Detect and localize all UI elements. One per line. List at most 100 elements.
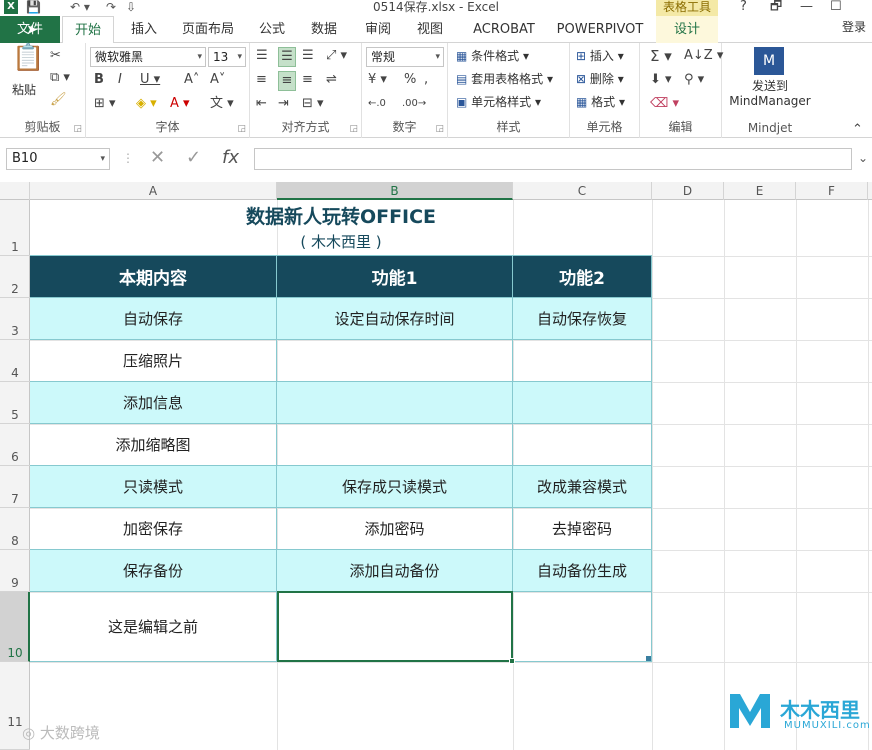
copy-icon[interactable]: ⧉ ▾ (50, 69, 70, 87)
cell-b4[interactable] (277, 340, 513, 382)
orientation-icon[interactable]: ⤢ ▾ (326, 47, 347, 65)
fill-color-icon[interactable]: ◈ ▾ (136, 95, 157, 113)
decrease-indent-icon[interactable]: ⇤ (256, 95, 267, 113)
sheet-title-cell[interactable]: 数据新人玩转OFFICE ( 木木西里 ) (30, 200, 652, 256)
tab-data[interactable]: 数据 (304, 16, 344, 43)
column-header-f[interactable]: F (796, 182, 868, 200)
cell-c9[interactable]: 自动备份生成 (513, 550, 652, 592)
row-header-3[interactable]: 3 (0, 298, 30, 340)
cell-b3[interactable]: 设定自动保存时间 (277, 298, 513, 340)
header-cell-a2[interactable]: 本期内容 (30, 256, 277, 298)
comma-icon[interactable]: , (424, 71, 428, 89)
select-all-corner[interactable] (0, 182, 30, 200)
tab-home[interactable]: 开始 (62, 16, 114, 44)
paste-button[interactable]: 粘贴 (12, 81, 36, 99)
cell-b9[interactable]: 添加自动备份 (277, 550, 513, 592)
bold-icon[interactable]: B (94, 71, 104, 89)
row-header-9[interactable]: 9 (0, 550, 30, 592)
cell-b8[interactable]: 添加密码 (277, 508, 513, 550)
clear-icon[interactable]: ⌫ ▾ (650, 95, 679, 113)
tab-insert[interactable]: 插入 (124, 16, 164, 43)
phonetic-icon[interactable]: 文 ▾ (210, 95, 234, 113)
tab-design[interactable]: 设计 (656, 16, 718, 43)
percent-icon[interactable]: % (404, 71, 416, 89)
collapse-ribbon-icon[interactable]: ⌃ (852, 121, 863, 139)
cell-a3[interactable]: 自动保存 (30, 298, 277, 340)
cell-a10[interactable]: 这是编辑之前 (30, 592, 277, 662)
help-icon[interactable]: ? (740, 0, 747, 14)
sort-filter-icon[interactable]: A↓Z ▾ (684, 47, 723, 65)
header-cell-b2[interactable]: 功能1 (277, 256, 513, 298)
format-painter-icon[interactable]: 🖌 (50, 91, 67, 109)
cell-c5[interactable] (513, 382, 652, 424)
enter-icon[interactable]: ✓ (186, 148, 201, 168)
align-right-icon[interactable]: ≡ (302, 71, 313, 89)
format-as-table-button[interactable]: ▤ 套用表格格式 ▾ (456, 70, 553, 88)
column-header-b[interactable]: B (277, 182, 513, 200)
number-launcher-icon[interactable]: ◲ (435, 124, 444, 134)
italic-icon[interactable]: I (118, 71, 122, 89)
insert-cells-button[interactable]: ⊞ 插入 ▾ (576, 47, 624, 65)
tab-formulas[interactable]: 公式 (252, 16, 292, 43)
cell-a8[interactable]: 加密保存 (30, 508, 277, 550)
fill-icon[interactable]: ⬇ ▾ (650, 71, 672, 89)
cell-a9[interactable]: 保存备份 (30, 550, 277, 592)
row-header-7[interactable]: 7 (0, 466, 30, 508)
row-header-1[interactable]: 1 (0, 200, 30, 256)
increase-decimal-icon[interactable]: ←.0 (368, 95, 386, 113)
merge-center-icon[interactable]: ⊟ ▾ (302, 95, 324, 113)
cell-c6[interactable] (513, 424, 652, 466)
column-header-d[interactable]: D (652, 182, 724, 200)
insert-function-icon[interactable]: fx (222, 148, 239, 168)
cancel-icon[interactable]: ✕ (150, 148, 165, 168)
send-to-mindmanager-button[interactable]: 发送到 MindManager (722, 79, 818, 109)
paste-icon[interactable]: 📋 (12, 45, 44, 71)
row-header-6[interactable]: 6 (0, 424, 30, 466)
align-top-icon[interactable]: ☰ (256, 47, 268, 65)
font-color-icon[interactable]: A ▾ (170, 95, 190, 113)
font-name-select[interactable]: 微软雅黑 ▾ (90, 47, 206, 67)
fill-handle[interactable] (509, 658, 515, 664)
ribbon-display-icon[interactable]: 🗗 (770, 0, 782, 14)
row-header-5[interactable]: 5 (0, 382, 30, 424)
cell-b5[interactable] (277, 382, 513, 424)
delete-cells-button[interactable]: ⊠ 删除 ▾ (576, 70, 624, 88)
wrap-text-icon[interactable]: ⇌ (326, 71, 337, 89)
cell-a7[interactable]: 只读模式 (30, 466, 277, 508)
align-left-icon[interactable]: ≡ (256, 71, 267, 89)
cell-c3[interactable]: 自动保存恢复 (513, 298, 652, 340)
borders-icon[interactable]: ⊞ ▾ (94, 95, 116, 113)
alignment-launcher-icon[interactable]: ◲ (349, 124, 358, 134)
name-box[interactable]: B10 ▾ (6, 148, 110, 170)
number-format-select[interactable]: 常规 ▾ (366, 47, 444, 67)
column-header-a[interactable]: A (30, 182, 277, 200)
cell-styles-button[interactable]: ▣ 单元格样式 ▾ (456, 93, 541, 111)
column-header-c[interactable]: C (513, 182, 652, 200)
align-bottom-icon[interactable]: ☰ (302, 47, 314, 65)
mindmanager-icon[interactable]: M (754, 47, 784, 75)
cut-icon[interactable]: ✂ (50, 47, 61, 65)
column-header-e[interactable]: E (724, 182, 796, 200)
cell-c8[interactable]: 去掉密码 (513, 508, 652, 550)
login-link[interactable]: 登录 (842, 16, 866, 38)
align-middle-icon[interactable]: ☰ (278, 47, 296, 67)
active-cell-selection[interactable] (277, 591, 515, 664)
row-header-10[interactable]: 10 (0, 592, 30, 662)
autosum-icon[interactable]: Σ ▾ (650, 47, 672, 65)
grow-font-icon[interactable]: A˄ (184, 71, 199, 89)
tab-acrobat[interactable]: ACROBAT (464, 16, 544, 43)
cell-a5[interactable]: 添加信息 (30, 382, 277, 424)
cell-c10[interactable] (513, 592, 652, 662)
clipboard-launcher-icon[interactable]: ◲ (73, 124, 82, 134)
format-cells-button[interactable]: ▦ 格式 ▾ (576, 93, 625, 111)
maximize-icon[interactable]: ☐ (830, 0, 842, 14)
currency-icon[interactable]: ¥ ▾ (368, 71, 387, 89)
table-resize-handle[interactable] (646, 656, 651, 661)
increase-indent-icon[interactable]: ⇥ (278, 95, 289, 113)
find-select-icon[interactable]: ⚲ ▾ (684, 71, 704, 89)
decrease-decimal-icon[interactable]: .00→ (402, 95, 426, 113)
tab-review[interactable]: 审阅 (358, 16, 398, 43)
tab-view[interactable]: 视图 (410, 16, 450, 43)
expand-formula-icon[interactable]: ⌄ (858, 151, 868, 165)
header-cell-c2[interactable]: 功能2 (513, 256, 652, 298)
